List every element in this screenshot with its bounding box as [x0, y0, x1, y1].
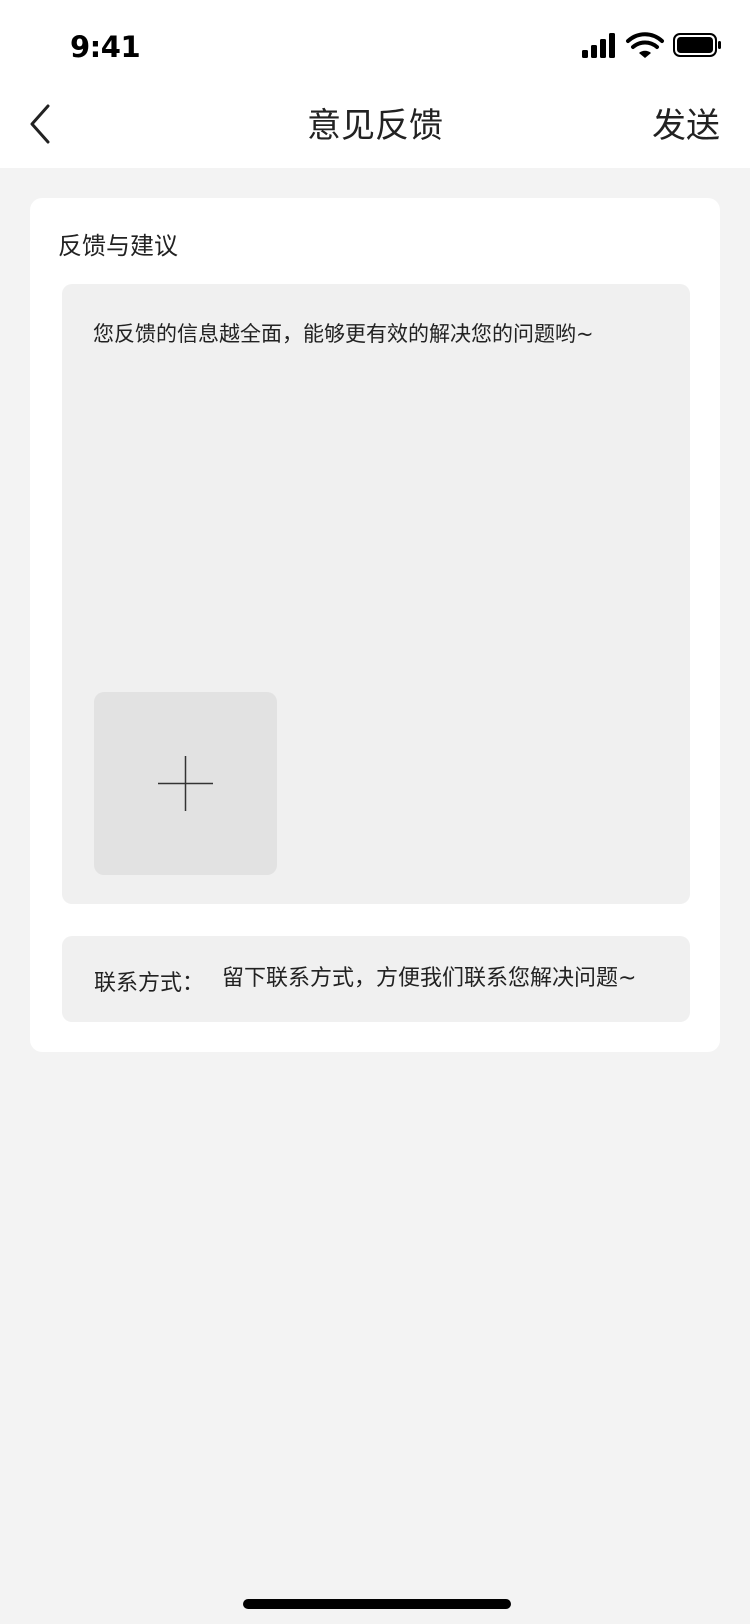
- contact-row: 联系方式：: [62, 936, 690, 1022]
- home-indicator: [243, 1599, 511, 1609]
- send-button[interactable]: 发送: [652, 98, 720, 147]
- feedback-card: 反馈与建议 您反馈的信息越全面，能够更有效的解决您的问题哟~ 联系方式：: [30, 198, 720, 1052]
- contact-input[interactable]: [222, 958, 672, 998]
- feedback-placeholder: 您反馈的信息越全面，能够更有效的解决您的问题哟~: [93, 322, 594, 346]
- feedback-textarea[interactable]: 您反馈的信息越全面，能够更有效的解决您的问题哟~: [62, 284, 690, 904]
- battery-icon: [673, 33, 721, 57]
- status-bar: 9:41: [0, 0, 750, 88]
- status-icons: [582, 32, 722, 62]
- page-title: 意见反馈: [307, 106, 443, 146]
- status-time: 9:41: [70, 30, 141, 64]
- navigation-bar: 意见反馈 发送: [0, 88, 750, 168]
- feedback-section-title: 反馈与建议: [58, 232, 178, 260]
- status-indicators: [582, 32, 721, 58]
- contact-label: 联系方式：: [94, 971, 205, 996]
- plus-icon: [158, 756, 213, 811]
- add-image-button[interactable]: [94, 692, 277, 875]
- cellular-signal-icon: [582, 33, 615, 58]
- wifi-icon: [626, 32, 664, 58]
